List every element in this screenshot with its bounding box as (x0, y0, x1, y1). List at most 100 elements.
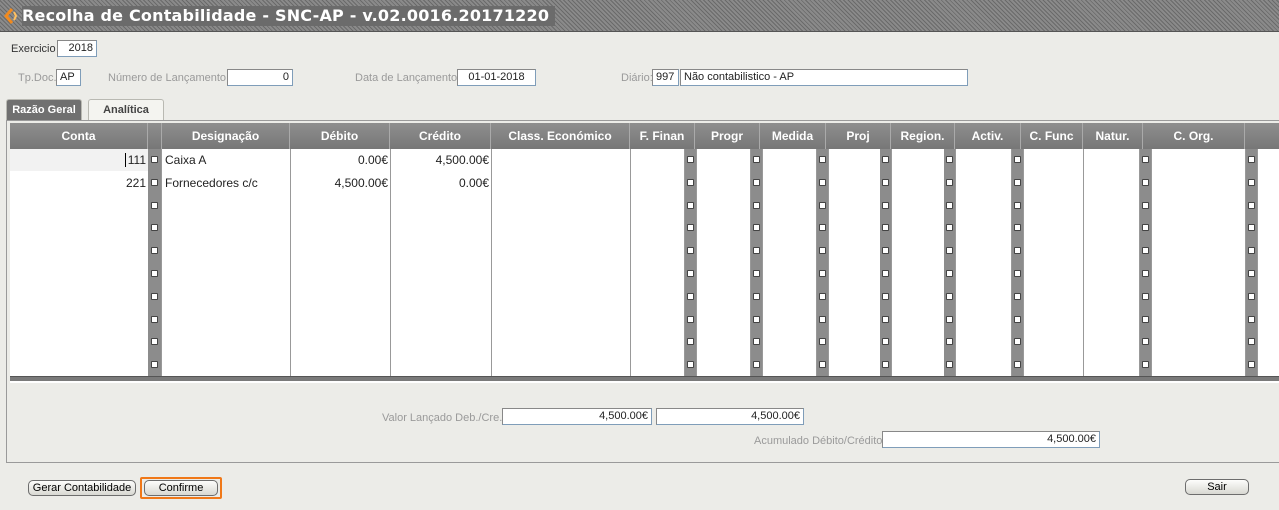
row-checkbox[interactable] (819, 224, 826, 231)
row-checkbox[interactable] (882, 224, 889, 231)
diario-code-field[interactable]: 997 (652, 69, 679, 86)
row-checkbox[interactable] (819, 338, 826, 345)
row-2-credito[interactable]: 0.00€ (392, 172, 489, 194)
row-checkbox[interactable] (882, 316, 889, 323)
row-checkbox[interactable] (819, 361, 826, 368)
row-checkbox[interactable] (753, 224, 760, 231)
row-checkbox[interactable] (819, 316, 826, 323)
row-checkbox[interactable] (687, 247, 694, 254)
row-checkbox[interactable] (687, 293, 694, 300)
row-checkbox[interactable] (1142, 338, 1149, 345)
row-checkbox[interactable] (151, 361, 158, 368)
row-checkbox[interactable] (151, 293, 158, 300)
row-checkbox[interactable] (946, 156, 953, 163)
row-checkbox[interactable] (753, 338, 760, 345)
confirme-button[interactable]: Confirme (144, 480, 218, 496)
row-1-conta[interactable]: 111 (110, 149, 146, 171)
data-lancamento-field[interactable]: 01-01-2018 (457, 69, 536, 86)
row-checkbox[interactable] (1014, 179, 1021, 186)
row-checkbox[interactable] (1014, 293, 1021, 300)
row-checkbox[interactable] (946, 338, 953, 345)
row-1-credito[interactable]: 4,500.00€ (392, 149, 489, 171)
row-checkbox[interactable] (687, 179, 694, 186)
row-1-debito[interactable]: 0.00€ (292, 149, 388, 171)
row-checkbox[interactable] (819, 270, 826, 277)
row-checkbox[interactable] (946, 316, 953, 323)
row-2-conta[interactable]: 221 (110, 172, 146, 194)
row-checkbox[interactable] (1014, 202, 1021, 209)
row-checkbox[interactable] (946, 247, 953, 254)
row-checkbox[interactable] (946, 202, 953, 209)
row-checkbox[interactable] (1248, 270, 1255, 277)
grid-horizontal-scrollbar[interactable] (10, 376, 1279, 381)
row-checkbox[interactable] (1248, 224, 1255, 231)
row-checkbox[interactable] (753, 270, 760, 277)
row-checkbox[interactable] (1248, 247, 1255, 254)
row-checkbox[interactable] (946, 293, 953, 300)
row-checkbox[interactable] (151, 270, 158, 277)
row-checkbox[interactable] (151, 247, 158, 254)
row-checkbox[interactable] (1248, 361, 1255, 368)
numero-lancamento-field[interactable]: 0 (227, 69, 293, 86)
row-checkbox[interactable] (753, 156, 760, 163)
row-checkbox[interactable] (882, 156, 889, 163)
row-checkbox[interactable] (753, 361, 760, 368)
row-checkbox[interactable] (819, 247, 826, 254)
row-checkbox[interactable] (151, 224, 158, 231)
row-checkbox[interactable] (882, 202, 889, 209)
row-checkbox[interactable] (1142, 156, 1149, 163)
row-checkbox[interactable] (151, 338, 158, 345)
sair-button[interactable]: Sair (1185, 479, 1249, 495)
tab-analitica[interactable]: Analítica (88, 99, 164, 120)
row-checkbox[interactable] (1142, 270, 1149, 277)
row-checkbox[interactable] (819, 179, 826, 186)
row-checkbox[interactable] (819, 156, 826, 163)
row-checkbox[interactable] (687, 202, 694, 209)
row-checkbox[interactable] (882, 179, 889, 186)
row-checkbox[interactable] (819, 293, 826, 300)
row-checkbox[interactable] (687, 316, 694, 323)
tpdoc-field[interactable]: AP (56, 69, 81, 86)
row-checkbox[interactable] (753, 247, 760, 254)
exercicio-field[interactable]: 2018 (57, 40, 97, 57)
row-2-designacao[interactable]: Fornecedores c/c (165, 172, 258, 194)
row-checkbox[interactable] (1142, 316, 1149, 323)
row-checkbox[interactable] (1014, 224, 1021, 231)
row-checkbox[interactable] (1142, 179, 1149, 186)
row-checkbox[interactable] (946, 361, 953, 368)
tab-razao-geral[interactable]: Razão Geral (6, 99, 82, 120)
row-1-designacao[interactable]: Caixa A (165, 149, 206, 171)
row-checkbox[interactable] (687, 156, 694, 163)
row-checkbox[interactable] (1248, 202, 1255, 209)
row-checkbox[interactable] (1014, 361, 1021, 368)
row-checkbox[interactable] (1014, 316, 1021, 323)
row-checkbox[interactable] (687, 270, 694, 277)
row-checkbox[interactable] (1248, 179, 1255, 186)
row-checkbox[interactable] (687, 338, 694, 345)
row-checkbox[interactable] (1248, 156, 1255, 163)
row-2-debito[interactable]: 4,500.00€ (292, 172, 388, 194)
row-checkbox[interactable] (753, 293, 760, 300)
row-checkbox[interactable] (946, 179, 953, 186)
row-checkbox[interactable] (1248, 316, 1255, 323)
row-checkbox[interactable] (1142, 361, 1149, 368)
row-checkbox[interactable] (1142, 224, 1149, 231)
row-checkbox[interactable] (882, 338, 889, 345)
gerar-contabilidade-button[interactable]: Gerar Contabilidade (28, 480, 136, 496)
row-checkbox[interactable] (1248, 338, 1255, 345)
row-checkbox[interactable] (946, 224, 953, 231)
row-checkbox[interactable] (151, 316, 158, 323)
row-checkbox[interactable] (753, 202, 760, 209)
row-checkbox[interactable] (882, 293, 889, 300)
row-checkbox[interactable] (1014, 338, 1021, 345)
row-checkbox[interactable] (1142, 293, 1149, 300)
row-checkbox[interactable] (687, 224, 694, 231)
row-checkbox[interactable] (819, 202, 826, 209)
row-checkbox[interactable] (151, 156, 158, 163)
row-checkbox[interactable] (687, 361, 694, 368)
row-checkbox[interactable] (1142, 247, 1149, 254)
row-checkbox[interactable] (151, 179, 158, 186)
row-checkbox[interactable] (1014, 270, 1021, 277)
row-checkbox[interactable] (151, 202, 158, 209)
row-checkbox[interactable] (882, 361, 889, 368)
